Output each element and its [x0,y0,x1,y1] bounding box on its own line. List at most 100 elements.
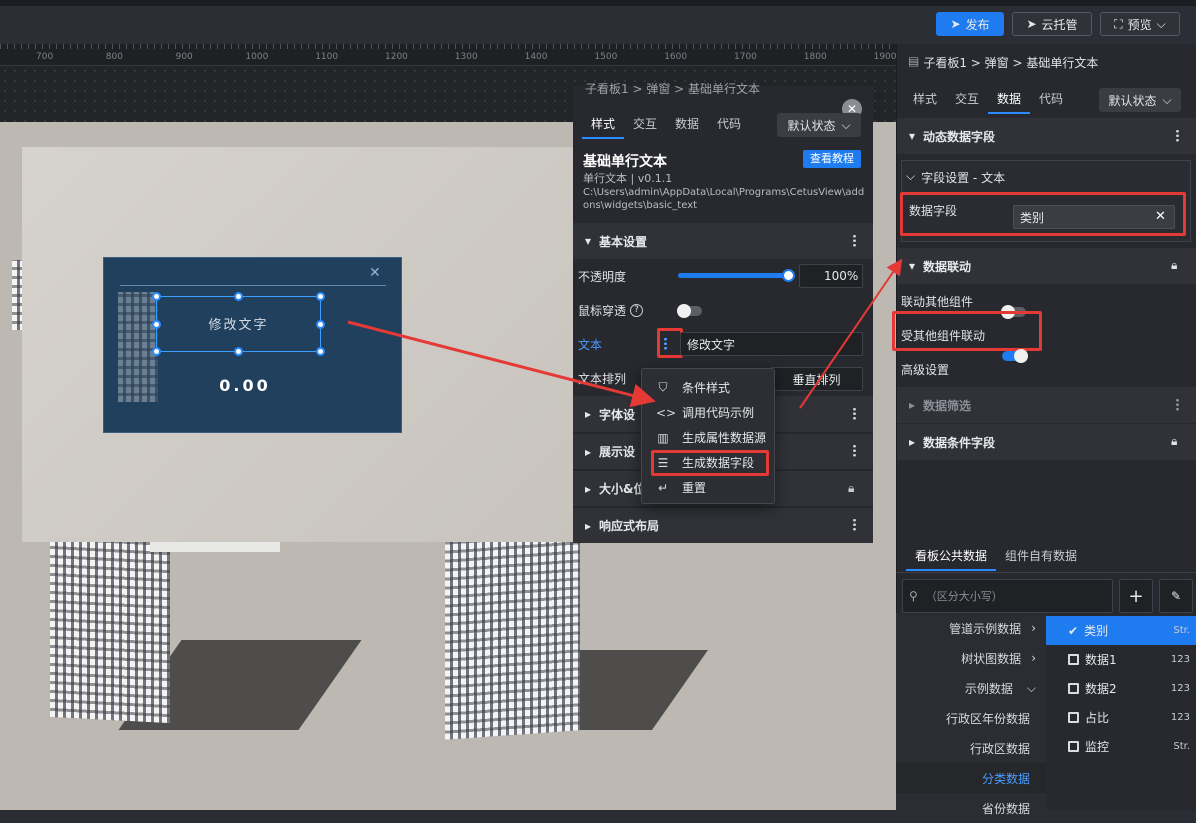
more-icon[interactable] [853,407,856,420]
resize-handle[interactable] [152,347,161,356]
list-item[interactable]: 树状图数据 › [896,643,1046,673]
horizontal-ruler[interactable] [0,44,896,66]
field-item[interactable]: 占比 123 [1046,703,1196,732]
tutorial-button[interactable]: 查看教程 [803,150,861,168]
tab-style[interactable]: 样式 [904,86,946,114]
opacity-label: 不透明度 [578,270,627,284]
checkbox[interactable] [1068,741,1079,752]
list-item[interactable]: 行政区年份数据 [896,703,1046,733]
tab-board-data[interactable]: 看板公共数据 [906,543,997,571]
list-item[interactable]: 行政区数据 [896,733,1046,763]
field-item[interactable]: 数据1 123 [1046,645,1196,674]
section-dynamic-fields[interactable]: ▾ 动态数据字段 [897,118,1196,154]
section-responsive[interactable]: ▸ 响应式布局 [573,507,873,543]
resize-handle[interactable] [316,292,325,301]
checkbox[interactable] [1068,654,1079,665]
tab-data[interactable]: 数据 [988,86,1031,114]
resize-handle[interactable] [234,292,243,301]
tab-style[interactable]: 样式 [582,111,625,139]
tab-interaction[interactable]: 交互 [946,86,988,114]
resize-handle[interactable] [152,292,161,301]
section-linkage[interactable]: ▾ 数据联动 [897,248,1196,284]
mouse-through-toggle[interactable] [677,304,702,318]
edit-icon[interactable]: ✎ [1159,579,1193,613]
highlight-box [651,450,769,476]
dialog-text[interactable]: 修改文字 [156,314,321,333]
section-condition-fields[interactable]: ▸ 数据条件字段 [897,424,1196,460]
field-item[interactable]: ✔ 类别 Str. [1046,616,1196,645]
linked-by-others-toggle[interactable] [1002,349,1028,363]
tab-code[interactable]: 代码 [1030,86,1072,114]
ruler-tick-label: 900 [175,52,193,62]
section-data-filter[interactable]: ▸ 数据筛选 [897,387,1196,423]
text-input[interactable]: 修改文字 [680,332,863,356]
resize-handle[interactable] [316,347,325,356]
field-item[interactable]: 监控 Str. [1046,732,1196,761]
state-select[interactable]: 默认状态 ⌵ [777,113,861,137]
tab-data[interactable]: 数据 [666,111,708,139]
chevron-down-icon: ⌵ [1026,680,1036,695]
cloud-host-button[interactable]: ➤ 云托管 [1012,12,1092,36]
data-field-select[interactable]: 类别 [1013,205,1175,229]
lock-icon: 🔒︎ [848,481,855,495]
vertical-arrange-button[interactable]: 垂直排列 [770,367,863,391]
more-icon[interactable] [853,518,856,531]
search-input[interactable]: ⚲ （区分大小写） [902,579,1113,613]
more-icon[interactable] [1176,398,1179,411]
close-icon[interactable]: ✕ [369,265,381,281]
list-item[interactable]: 分类数据 [896,763,1046,793]
chart-icon: ▥ [657,430,669,445]
ruler-tick-label: 1800 [803,52,827,62]
more-icon[interactable] [664,337,667,350]
linked-by-others-label: 受其他组件联动 [901,329,986,343]
resize-handle[interactable] [152,320,161,329]
resize-handle[interactable] [234,347,243,356]
list-item[interactable]: 示例数据 ⌵ [896,673,1046,703]
state-select[interactable]: 默认状态 ⌵ [1099,88,1181,112]
caret-right-icon: ▸ [585,407,592,421]
data-field-label: 数据字段 [909,204,958,218]
menu-item-gen-attr-source[interactable]: ▥ 生成属性数据源 [642,425,774,450]
help-icon[interactable]: ? [630,304,644,317]
slider-handle[interactable] [782,269,795,282]
reset-icon: ↵ [657,480,669,495]
caret-down-icon: ▾ [585,234,592,248]
chevron-right-icon: › [1031,651,1036,665]
divider [896,572,1196,573]
preview-button[interactable]: ⛶ 预览 ⌵ [1100,12,1180,36]
building-image [50,536,170,724]
section-basic[interactable]: ▾ 基本设置 [573,223,873,259]
search-icon: ⚲ [909,589,918,603]
check-icon: ✔ [1068,623,1079,638]
more-icon[interactable] [853,234,856,247]
clear-icon[interactable]: ✕ [1155,209,1166,224]
menu-item-reset[interactable]: ↵ 重置 [642,475,774,500]
tab-own-data[interactable]: 组件自有数据 [996,543,1086,571]
caret-right-icon: ▸ [909,398,916,412]
caret-down-icon: ▾ [909,129,916,143]
field-setting-header[interactable]: ⌵ 字段设置 - 文本 [906,169,1005,186]
checkbox[interactable] [1068,712,1079,723]
menu-item-condition-style[interactable]: ⛉ 条件样式 [642,375,774,400]
opacity-input[interactable]: 100% [799,264,863,288]
chevron-right-icon: › [1031,621,1036,635]
publish-button[interactable]: ➤ 发布 [936,12,1004,36]
mouse-through-label: 鼠标穿透? [578,302,644,319]
list-item[interactable]: 省份数据 [896,793,1046,823]
checkbox[interactable] [1068,683,1079,694]
ruler-tick-label: 1700 [734,52,757,62]
field-list: ✔ 类别 Str. 数据1 123 数据2 123 占比 123 监控 Str. [1046,616,1196,810]
field-item[interactable]: 数据2 123 [1046,674,1196,703]
tab-code[interactable]: 代码 [708,111,750,139]
ruler-tick-label: 1300 [454,52,478,62]
more-icon[interactable] [1176,129,1179,142]
list-item[interactable]: 管道示例数据 › [896,613,1046,643]
more-icon[interactable] [853,444,856,457]
tab-interaction[interactable]: 交互 [624,111,666,139]
resize-handle[interactable] [316,320,325,329]
menu-item-code-example[interactable]: <> 调用代码示例 [642,400,774,425]
opacity-slider[interactable] [678,273,790,278]
text-arrange-label: 文本排列 [578,372,627,386]
code-icon: <> [656,405,677,420]
add-icon[interactable]: + [1119,579,1153,613]
